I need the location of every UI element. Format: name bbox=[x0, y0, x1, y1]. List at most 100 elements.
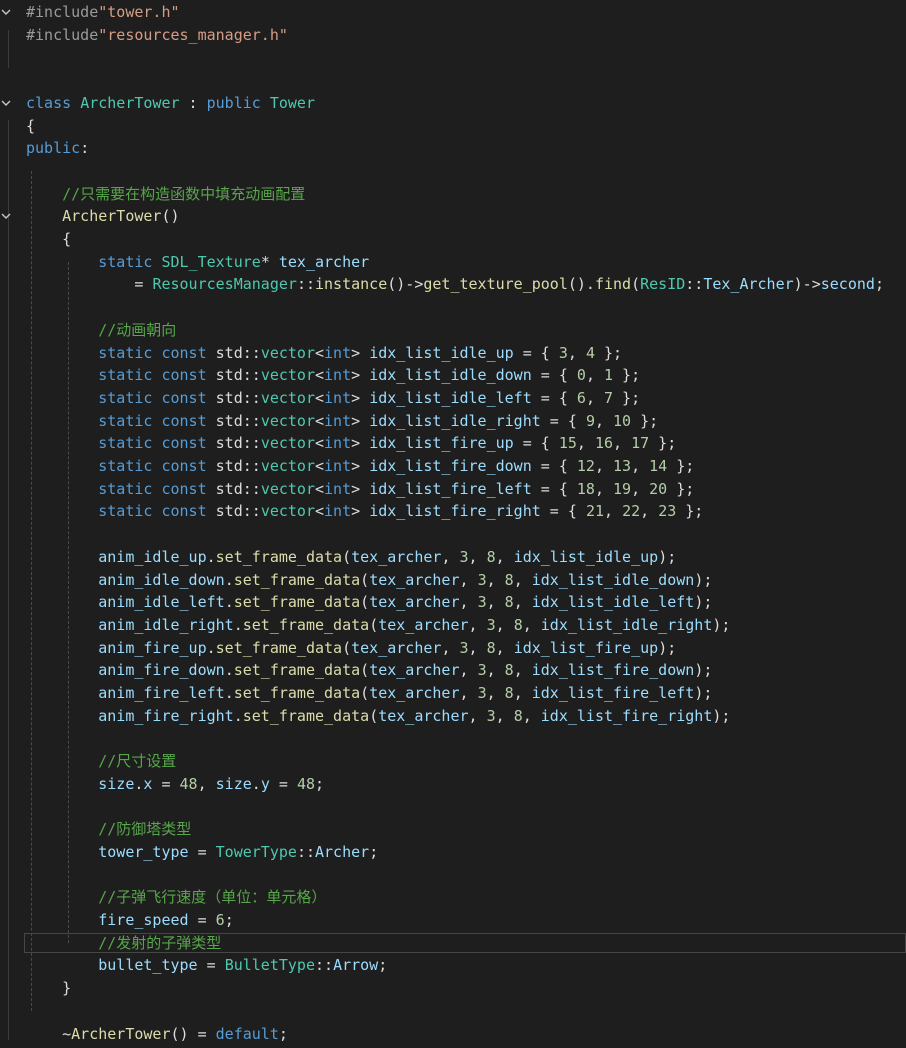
code-text: = ResourcesManager::instance()->get_text… bbox=[26, 273, 884, 295]
code-line[interactable] bbox=[0, 160, 906, 182]
code-line[interactable]: static const std::vector<int> idx_list_i… bbox=[0, 387, 906, 409]
code-line[interactable]: { bbox=[0, 115, 906, 137]
code-line[interactable] bbox=[0, 796, 906, 818]
current-code-line[interactable]: //发射的子弹类型 bbox=[0, 932, 906, 954]
code-text: //子弹飞行速度（单位：单元格） bbox=[26, 886, 326, 908]
code-line[interactable]: static const std::vector<int> idx_list_f… bbox=[0, 500, 906, 522]
code-token: , bbox=[594, 457, 614, 475]
code-text: public: bbox=[26, 137, 89, 159]
code-token: 17 bbox=[631, 434, 650, 453]
code-token: . bbox=[233, 615, 243, 634]
code-line[interactable] bbox=[0, 727, 906, 749]
code-line[interactable]: bullet_type = BulletType::Arrow; bbox=[0, 954, 906, 976]
code-token: :: bbox=[296, 275, 315, 294]
code-line[interactable]: static const std::vector<int> idx_list_i… bbox=[0, 410, 906, 432]
code-line[interactable]: anim_idle_right.set_frame_data(tex_arche… bbox=[0, 614, 906, 636]
code-token: 8 bbox=[513, 706, 523, 725]
code-text: static const std::vector<int> idx_list_f… bbox=[26, 455, 694, 477]
code-line[interactable] bbox=[0, 296, 906, 318]
code-text: anim_idle_down.set_frame_data(tex_archer… bbox=[26, 569, 712, 591]
code-token: size bbox=[98, 774, 135, 793]
code-token: std:: bbox=[215, 366, 261, 385]
code-token: class bbox=[26, 93, 81, 112]
code-token: , bbox=[522, 706, 541, 725]
code-line[interactable]: anim_idle_up.set_frame_data(tex_archer, … bbox=[0, 546, 906, 568]
code-line[interactable]: anim_fire_left.set_frame_data(tex_archer… bbox=[0, 682, 906, 704]
code-token: 8 bbox=[513, 615, 523, 634]
code-token: #include bbox=[26, 3, 99, 21]
code-line[interactable]: #include"resources_manager.h" bbox=[0, 24, 906, 46]
code-editor[interactable]: #include"tower.h" #include"resources_mana… bbox=[0, 0, 906, 1048]
code-token: . bbox=[224, 593, 234, 612]
code-text: anim_idle_up.set_frame_data(tex_archer, … bbox=[26, 546, 676, 568]
code-line[interactable]: public: bbox=[0, 137, 906, 159]
chevron-down-icon[interactable] bbox=[0, 5, 13, 19]
code-token: tex_archer bbox=[369, 570, 460, 589]
code-line[interactable]: //动画朝向 bbox=[0, 319, 906, 341]
code-line[interactable]: anim_idle_left.set_frame_data(tex_archer… bbox=[0, 591, 906, 613]
code-token: , bbox=[604, 502, 623, 521]
code-token: , bbox=[585, 366, 604, 385]
code-token: ( bbox=[360, 684, 370, 702]
code-token: ArcherTower bbox=[71, 1024, 171, 1043]
code-token: static const bbox=[98, 502, 216, 521]
code-token: = { bbox=[540, 502, 586, 521]
code-line[interactable]: static SDL_Texture* tex_archer bbox=[0, 251, 906, 273]
code-line[interactable]: class ArcherTower : public Tower bbox=[0, 92, 906, 114]
code-token: get_texture_pool bbox=[423, 275, 568, 294]
code-line[interactable]: fire_speed = 6; bbox=[0, 909, 906, 931]
code-line[interactable] bbox=[0, 69, 906, 91]
code-line[interactable] bbox=[0, 46, 906, 68]
code-token: vector bbox=[260, 502, 315, 521]
code-line[interactable]: static const std::vector<int> idx_list_f… bbox=[0, 478, 906, 500]
code-token: ~ bbox=[26, 1024, 72, 1043]
code-token: set_frame_data bbox=[233, 593, 361, 612]
code-token: public bbox=[26, 139, 81, 158]
code-line[interactable]: #include"tower.h" bbox=[0, 1, 906, 23]
code-line[interactable]: } bbox=[0, 977, 906, 999]
code-line[interactable]: anim_fire_up.set_frame_data(tex_archer, … bbox=[0, 637, 906, 659]
code-token: , bbox=[495, 615, 514, 634]
code-line[interactable]: static const std::vector<int> idx_list_f… bbox=[0, 432, 906, 454]
code-token: = bbox=[188, 842, 216, 861]
code-line[interactable]: = ResourcesManager::instance()->get_text… bbox=[0, 273, 906, 295]
code-token: , bbox=[459, 593, 478, 612]
code-token: tex_archer bbox=[378, 615, 469, 634]
code-token: . bbox=[224, 684, 234, 702]
code-line[interactable]: static const std::vector<int> idx_list_i… bbox=[0, 364, 906, 386]
code-token: }; bbox=[649, 434, 677, 453]
code-token: 3 bbox=[459, 547, 469, 566]
code-token: tex_archer bbox=[378, 706, 469, 725]
code-token: size bbox=[215, 774, 252, 793]
code-token: vector bbox=[260, 343, 315, 362]
code-token: set_frame_data bbox=[233, 661, 361, 680]
code-line[interactable] bbox=[0, 1000, 906, 1022]
code-token: vector bbox=[260, 434, 315, 453]
code-line[interactable]: anim_idle_down.set_frame_data(tex_archer… bbox=[0, 569, 906, 591]
code-token: , bbox=[613, 434, 632, 453]
chevron-down-icon[interactable] bbox=[0, 96, 13, 110]
code-line[interactable]: //防御塔类型 bbox=[0, 818, 906, 840]
code-line[interactable]: tower_type = TowerType::Archer; bbox=[0, 841, 906, 863]
code-token: 10 bbox=[613, 411, 632, 430]
code-line[interactable]: { bbox=[0, 228, 906, 250]
code-token: < bbox=[315, 366, 325, 385]
code-line[interactable]: static const std::vector<int> idx_list_f… bbox=[0, 455, 906, 477]
code-line[interactable]: //子弹飞行速度（单位：单元格） bbox=[0, 886, 906, 908]
code-token: . bbox=[224, 570, 234, 589]
code-token: static bbox=[98, 252, 162, 271]
chevron-down-icon[interactable] bbox=[0, 209, 13, 223]
code-line[interactable]: ArcherTower() bbox=[0, 205, 906, 227]
code-line[interactable]: anim_fire_down.set_frame_data(tex_archer… bbox=[0, 659, 906, 681]
code-line[interactable]: ~ArcherTower() = default; bbox=[0, 1023, 906, 1045]
code-line[interactable] bbox=[0, 864, 906, 886]
code-token: , bbox=[640, 502, 659, 521]
code-line[interactable]: //只需要在构造函数中填充动画配置 bbox=[0, 183, 906, 205]
code-line[interactable]: size.x = 48, size.y = 48; bbox=[0, 773, 906, 795]
code-line[interactable]: static const std::vector<int> idx_list_i… bbox=[0, 342, 906, 364]
code-line[interactable] bbox=[0, 523, 906, 545]
code-line[interactable]: anim_fire_right.set_frame_data(tex_arche… bbox=[0, 705, 906, 727]
code-line[interactable]: //尺寸设置 bbox=[0, 750, 906, 772]
